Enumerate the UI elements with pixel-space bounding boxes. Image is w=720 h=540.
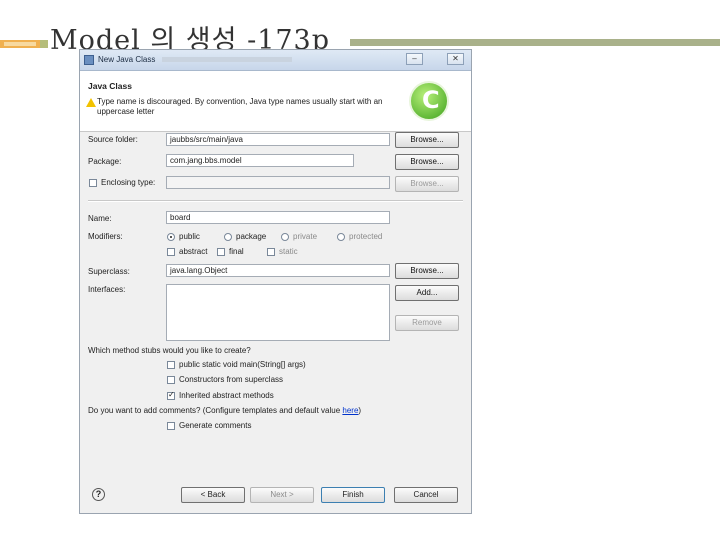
- modifier-protected-radio[interactable]: [337, 233, 345, 241]
- package-input[interactable]: com.jang.bbs.model: [166, 154, 354, 167]
- close-button[interactable]: ✕: [447, 53, 464, 65]
- method-stubs-question: Which method stubs would you like to cre…: [88, 346, 251, 355]
- new-class-logo-icon: C: [409, 81, 449, 121]
- inherited-methods-label: Inherited abstract methods: [179, 391, 274, 400]
- enclosing-type-label: Enclosing type:: [101, 178, 156, 187]
- add-interface-button[interactable]: Add...: [395, 285, 459, 301]
- modifier-private-label: private: [293, 232, 318, 241]
- class-name-input[interactable]: board: [166, 211, 390, 224]
- modifier-public-radio[interactable]: [167, 233, 175, 241]
- name-label: Name:: [88, 214, 112, 223]
- modifiers-label: Modifiers:: [88, 232, 123, 241]
- remove-interface-button[interactable]: Remove: [395, 315, 459, 331]
- main-method-checkbox[interactable]: [167, 361, 175, 369]
- enclosing-type-browse-button[interactable]: Browse...: [395, 176, 459, 192]
- interfaces-label: Interfaces:: [88, 285, 126, 294]
- title-rule-right: [350, 39, 720, 46]
- warning-icon: [86, 98, 96, 107]
- enclosing-type-checkbox[interactable]: [89, 179, 97, 187]
- wizard-title: Java Class: [88, 81, 132, 91]
- modifier-package-label: package: [236, 232, 267, 241]
- constructors-checkbox[interactable]: [167, 376, 175, 384]
- next-button[interactable]: Next >: [250, 487, 314, 503]
- inherited-methods-checkbox[interactable]: [167, 390, 175, 400]
- finish-button[interactable]: Finish: [321, 487, 385, 503]
- final-label: final: [229, 247, 244, 256]
- cancel-button[interactable]: Cancel: [394, 487, 458, 503]
- back-button[interactable]: < Back: [181, 487, 245, 503]
- abstract-label: abstract: [179, 247, 208, 256]
- generate-comments-label: Generate comments: [179, 421, 252, 430]
- constructors-label: Constructors from superclass: [179, 375, 284, 384]
- minimize-button[interactable]: –: [406, 53, 423, 65]
- source-folder-input[interactable]: jaubbs/src/main/java: [166, 133, 390, 146]
- source-folder-label: Source folder:: [88, 135, 138, 144]
- modifier-package-radio[interactable]: [224, 233, 232, 241]
- comments-question: Do you want to add comments? (Configure …: [88, 406, 361, 415]
- new-java-class-dialog: New Java Class – ✕ Java Class Type name …: [79, 49, 472, 514]
- java-class-icon: [84, 55, 94, 65]
- separator: [88, 200, 463, 202]
- superclass-label: Superclass:: [88, 267, 130, 276]
- superclass-input[interactable]: java.lang.Object: [166, 264, 390, 277]
- source-folder-browse-button[interactable]: Browse...: [395, 132, 459, 148]
- comments-question-end: ): [358, 406, 362, 415]
- wizard-header: Java Class Type name is discouraged. By …: [80, 71, 471, 132]
- window-titlebar[interactable]: New Java Class – ✕: [80, 50, 471, 71]
- window-title-blurred: [162, 57, 292, 62]
- abstract-checkbox[interactable]: [167, 248, 175, 256]
- modifier-private-radio[interactable]: [281, 233, 289, 241]
- modifier-protected-label: protected: [349, 232, 383, 241]
- superclass-browse-button[interactable]: Browse...: [395, 263, 459, 279]
- package-label: Package:: [88, 157, 122, 166]
- package-browse-button[interactable]: Browse...: [395, 154, 459, 170]
- interfaces-list[interactable]: [166, 284, 390, 341]
- help-icon[interactable]: ?: [92, 488, 105, 501]
- main-method-label: public static void main(String[] args): [179, 360, 306, 369]
- generate-comments-checkbox[interactable]: [167, 422, 175, 430]
- enclosing-type-input[interactable]: [166, 176, 390, 189]
- modifier-public-label: public: [179, 232, 200, 241]
- window-title: New Java Class: [98, 55, 156, 64]
- static-label: static: [279, 247, 298, 256]
- static-checkbox[interactable]: [267, 248, 275, 256]
- final-checkbox[interactable]: [217, 248, 225, 256]
- comments-question-text: Do you want to add comments? (Configure …: [88, 406, 343, 415]
- configure-templates-link[interactable]: here: [342, 406, 358, 415]
- title-rule-left: [0, 40, 40, 48]
- warning-message: Type name is discouraged. By convention,…: [97, 97, 383, 116]
- title-rule-mid: [40, 40, 48, 48]
